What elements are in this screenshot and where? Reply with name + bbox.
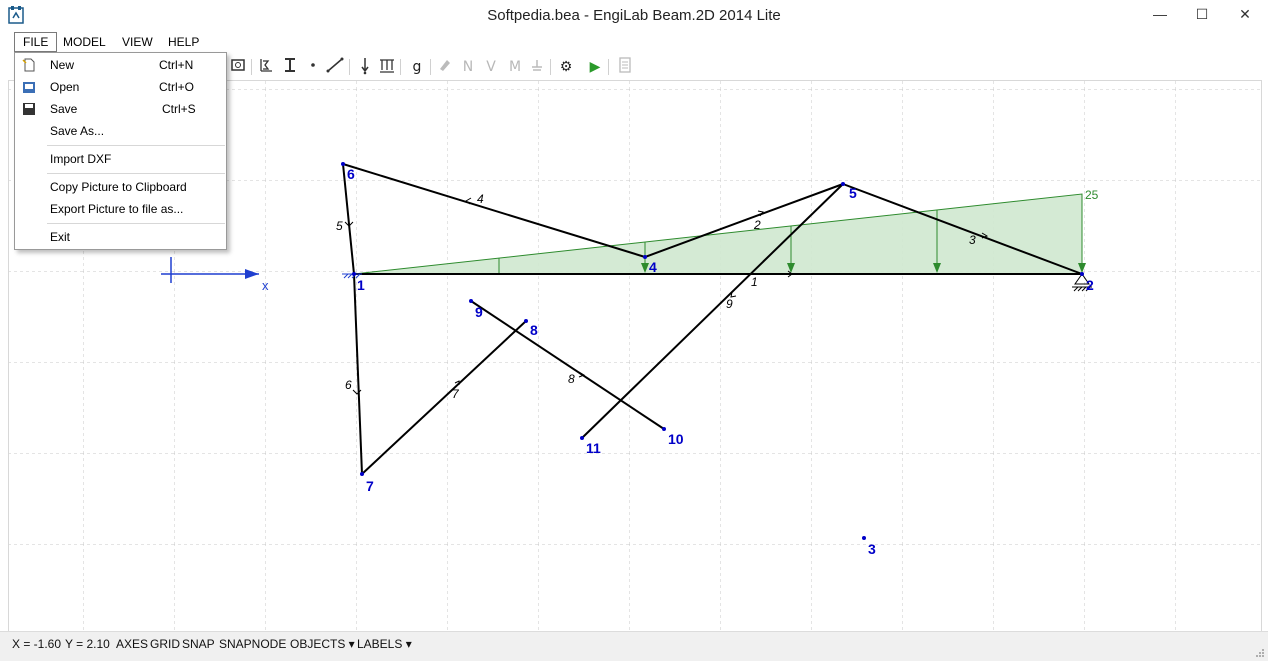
moment-icon[interactable]: M xyxy=(506,57,524,77)
axis-x-label: x xyxy=(262,278,269,293)
close-button[interactable]: ✕ xyxy=(1222,0,1268,30)
file-menu-dropdown: New Ctrl+N Open Ctrl+O Save Ctrl+S Save … xyxy=(14,52,227,250)
node-label-2: 2 xyxy=(1086,277,1094,293)
element-label-9: 9 xyxy=(726,297,733,311)
menu-view[interactable]: VIEW xyxy=(114,33,161,51)
toolbar-separator xyxy=(550,59,551,75)
node-label-3: 3 xyxy=(868,541,876,557)
menu-separator xyxy=(47,145,225,146)
menu-model[interactable]: MODEL xyxy=(55,33,114,51)
eraser-icon[interactable] xyxy=(436,57,454,77)
toolbar-separator xyxy=(251,59,252,75)
report-icon[interactable] xyxy=(616,57,634,77)
node-label-4: 4 xyxy=(649,259,657,275)
axial-force-icon[interactable]: N xyxy=(459,57,477,77)
element-label-2: 2 xyxy=(753,218,761,232)
menu-bar: FILE MODEL VIEW HELP xyxy=(0,31,1268,53)
objects-dropdown[interactable]: OBJECTS ▾ xyxy=(290,637,355,651)
menu-item-export-picture[interactable]: Export Picture to file as... xyxy=(15,198,226,220)
node-label-9: 9 xyxy=(475,304,483,320)
material-icon[interactable] xyxy=(257,57,275,77)
element-label-1: 1 xyxy=(751,275,758,289)
menu-item-import-dxf[interactable]: Import DXF xyxy=(15,148,226,170)
section-icon[interactable] xyxy=(229,57,247,77)
toggle-snapnode[interactable]: SNAPNODE xyxy=(219,637,286,651)
element-label-3: 3 xyxy=(969,233,976,247)
save-disk-icon xyxy=(23,103,35,115)
toolbar-separator xyxy=(608,59,609,75)
toggle-grid[interactable]: GRID xyxy=(150,637,180,651)
element-label-5: 5 xyxy=(336,219,343,233)
node-label-1: 1 xyxy=(357,277,365,293)
window-title: Softpedia.bea - EngiLab Beam.2D 2014 Lit… xyxy=(487,7,781,24)
element-icon[interactable] xyxy=(326,57,344,77)
menu-item-exit[interactable]: Exit xyxy=(15,226,226,248)
menu-item-new[interactable]: New Ctrl+N xyxy=(15,54,226,76)
maximize-button[interactable]: ☐ xyxy=(1182,0,1222,30)
labels-dropdown[interactable]: LABELS ▾ xyxy=(357,637,412,651)
node-icon[interactable] xyxy=(304,57,322,77)
open-folder-icon xyxy=(23,82,35,93)
toolbar-separator xyxy=(430,59,431,75)
menu-separator xyxy=(47,173,225,174)
node-label-11: 11 xyxy=(586,440,601,456)
menu-help[interactable]: HELP xyxy=(160,33,207,51)
element-label-4: 4 xyxy=(477,192,484,206)
toolbar-separator xyxy=(349,59,350,75)
menu-separator xyxy=(47,223,225,224)
element-label-6: 6 xyxy=(345,378,352,392)
node-label-5: 5 xyxy=(849,185,857,201)
new-file-icon xyxy=(22,58,35,72)
toggle-axes[interactable]: AXES xyxy=(116,637,148,651)
settings-gear-icon[interactable]: ⚙ xyxy=(557,57,575,77)
status-bar: X = -1.60 Y = 2.10 AXES GRID SNAP SNAPNO… xyxy=(0,631,1268,661)
node-label-6: 6 xyxy=(347,166,355,182)
menu-item-save[interactable]: Save Ctrl+S xyxy=(15,98,226,120)
minimize-button[interactable]: — xyxy=(1140,0,1180,30)
distributed-load-icon[interactable] xyxy=(378,57,396,77)
title-bar: Softpedia.bea - EngiLab Beam.2D 2014 Lit… xyxy=(0,0,1268,32)
load-value-label: 25 xyxy=(1085,188,1099,202)
gravity-icon[interactable]: g xyxy=(408,57,426,77)
node-label-7: 7 xyxy=(366,478,374,494)
menu-item-save-as[interactable]: Save As... xyxy=(15,120,226,142)
element-label-8: 8 xyxy=(568,372,575,386)
menu-file[interactable]: FILE xyxy=(14,32,58,52)
node-label-8: 8 xyxy=(530,322,538,338)
toggle-snap[interactable]: SNAP xyxy=(182,637,215,651)
ibeam-icon[interactable] xyxy=(281,57,299,77)
menu-item-open[interactable]: Open Ctrl+O xyxy=(15,76,226,98)
y-coordinate-readout: Y = 2.10 xyxy=(65,637,110,651)
node-label-10: 10 xyxy=(668,431,684,447)
x-coordinate-readout: X = -1.60 xyxy=(12,637,62,651)
shear-force-icon[interactable]: V xyxy=(482,57,500,77)
resize-grip-icon[interactable] xyxy=(1255,648,1265,658)
menu-item-copy-picture[interactable]: Copy Picture to Clipboard xyxy=(15,176,226,198)
support-icon[interactable] xyxy=(528,57,546,77)
point-load-icon[interactable] xyxy=(356,57,374,77)
run-analysis-icon[interactable]: ▶ xyxy=(586,57,604,77)
toolbar-separator xyxy=(400,59,401,75)
